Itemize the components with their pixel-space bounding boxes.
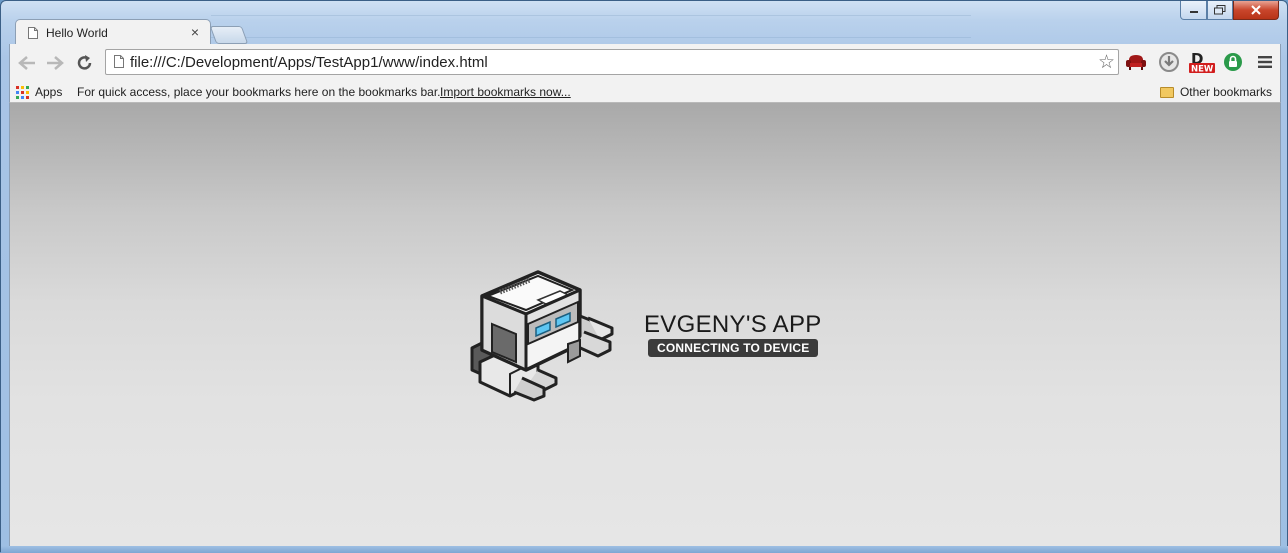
page-icon [28, 27, 38, 39]
tab-hello-world[interactable]: Hello World × [15, 19, 211, 45]
restore-icon [1214, 5, 1226, 15]
back-arrow-icon [18, 56, 35, 70]
apps-label: Apps [35, 85, 63, 99]
d-new-extension-icon: D NEW [1189, 50, 1215, 75]
apps-grid-icon [16, 85, 29, 99]
minimize-button[interactable] [1180, 1, 1207, 20]
new-tab-button[interactable] [209, 26, 249, 44]
close-window-button[interactable] [1233, 1, 1279, 20]
reload-button[interactable] [74, 52, 96, 74]
shield-extension-button[interactable] [1222, 51, 1244, 73]
window-caption-buttons [1180, 1, 1279, 21]
other-bookmarks-label: Other bookmarks [1179, 85, 1272, 99]
import-bookmarks-link[interactable]: Import bookmarks now... [440, 85, 571, 99]
connection-status-badge: CONNECTING TO DEVICE [648, 339, 819, 357]
chrome-menu-button[interactable] [1254, 51, 1276, 73]
hamburger-menu-icon [1258, 56, 1272, 68]
armchair-extension-icon [1126, 55, 1146, 70]
robot-logo-icon [470, 270, 614, 402]
other-bookmarks-button[interactable]: Other bookmarks [1159, 85, 1272, 99]
browser-window: Hello World × ☆ [0, 0, 1288, 553]
bookmarks-hint-text: For quick access, place your bookmarks h… [77, 85, 441, 99]
background-window-ghost [211, 1, 971, 41]
tab-close-icon[interactable]: × [191, 24, 199, 40]
folder-icon [1159, 86, 1174, 98]
address-bar[interactable]: ☆ [105, 49, 1119, 75]
armchair-extension-button[interactable] [1125, 51, 1147, 73]
forward-button[interactable] [44, 52, 66, 74]
download-extension-icon [1159, 52, 1179, 72]
shield-lock-extension-icon [1224, 53, 1242, 71]
d-new-extension-button[interactable]: D NEW [1188, 50, 1216, 75]
svg-text:NEW: NEW [1191, 65, 1214, 75]
page-content: EVGENY'S APP CONNECTING TO DEVICE [9, 103, 1281, 546]
apps-shortcut[interactable]: Apps [16, 85, 62, 99]
bookmark-star-icon[interactable]: ☆ [1098, 51, 1115, 74]
restore-button[interactable] [1207, 1, 1233, 20]
close-icon [1251, 5, 1261, 15]
app-title: EVGENY'S APP [644, 311, 822, 338]
back-button[interactable] [16, 52, 38, 74]
url-input[interactable] [130, 54, 1070, 71]
download-extension-button[interactable] [1158, 51, 1180, 73]
tab-title: Hello World [46, 26, 108, 40]
bookmarks-bar: Apps For quick access, place your bookma… [9, 82, 1281, 103]
reload-icon [77, 55, 92, 70]
page-icon [114, 55, 124, 68]
browser-toolbar: ☆ D NEW [9, 44, 1281, 82]
minimize-icon [1189, 11, 1198, 13]
forward-arrow-icon [47, 56, 64, 70]
